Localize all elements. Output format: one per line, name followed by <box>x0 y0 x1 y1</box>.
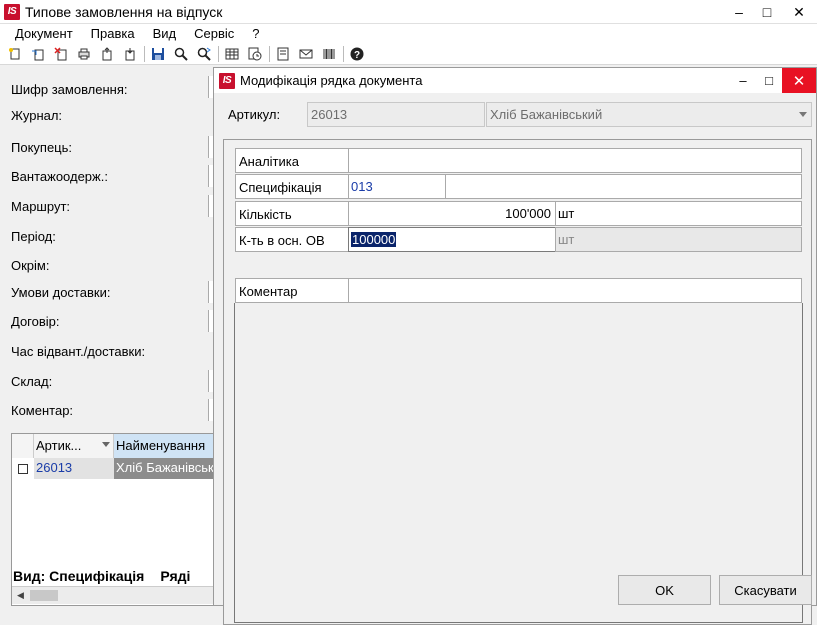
label-delivery-terms: Умови доставки: <box>11 285 111 300</box>
label-journal: Журнал: <box>11 108 63 123</box>
menu-edit[interactable]: Правка <box>82 26 144 41</box>
export-icon[interactable] <box>98 45 116 63</box>
import-icon[interactable] <box>121 45 139 63</box>
comment-label: Коментар <box>235 278 349 303</box>
grid-col-name-label: Найменування <box>116 438 206 453</box>
dialog-title-bar: IS Модифікація рядка документа ‒ □ ✕ <box>214 68 816 93</box>
qty-base-value: 100000 <box>351 232 397 247</box>
grid-col-name[interactable]: Найменування <box>114 434 215 458</box>
label-except: Окрім: <box>11 258 50 273</box>
find-next-icon[interactable] <box>195 45 213 63</box>
delete-doc-icon[interactable] <box>52 45 70 63</box>
save-icon[interactable] <box>149 45 167 63</box>
qty-base-label: К-ть в осн. ОВ <box>235 227 349 252</box>
view-mode-label: Вид: Специфікація <box>13 568 145 584</box>
analytics-label: Аналітика <box>235 148 349 173</box>
table-icon[interactable] <box>223 45 241 63</box>
article-code-field: 26013 <box>307 102 485 127</box>
maximize-button[interactable]: □ <box>753 0 781 24</box>
comment-input[interactable] <box>348 278 802 303</box>
details-area <box>234 303 803 623</box>
label-consignee: Вантажоодерж.: <box>11 169 108 184</box>
menu-document[interactable]: Документ <box>6 26 82 41</box>
grid-col-article-label: Артик... <box>36 438 82 453</box>
note-icon[interactable] <box>274 45 292 63</box>
grid-footer: Вид: Специфікація Ряді <box>12 568 215 586</box>
svg-text:?: ? <box>354 50 360 61</box>
minimize-button[interactable]: ‒ <box>725 0 753 24</box>
new-doc-icon[interactable] <box>6 45 24 63</box>
label-warehouse: Склад: <box>11 374 53 389</box>
help-icon[interactable]: ? <box>348 45 366 63</box>
sort-arrow-icon <box>102 442 110 447</box>
dialog-maximize-button[interactable]: □ <box>756 68 782 93</box>
spec-grid[interactable]: Артик... Найменування 26013 Хліб Бажанів… <box>11 433 215 606</box>
spec-field[interactable]: 013 <box>348 174 446 199</box>
article-label: Артикул: <box>228 107 281 122</box>
spec-label: Специфікація <box>235 174 349 199</box>
qty-label: Кількість <box>235 201 349 226</box>
article-name-value: Хліб Бажанівський <box>490 107 603 122</box>
table-row[interactable]: 26013 Хліб Бажанівськ <box>12 458 215 479</box>
app-logo-icon: IS <box>4 3 20 20</box>
row-name[interactable]: Хліб Бажанівськ <box>114 458 215 479</box>
ok-button[interactable]: OK <box>618 575 711 605</box>
menu-help[interactable]: ? <box>243 26 268 41</box>
dialog-title: Модифікація рядка документа <box>240 73 423 88</box>
grid-header-check[interactable] <box>12 434 34 458</box>
label-period: Період: <box>11 229 56 244</box>
close-button[interactable]: ✕ <box>781 0 817 24</box>
dialog-close-button[interactable]: ✕ <box>782 68 816 93</box>
horizontal-scrollbar[interactable]: ◀ <box>12 586 215 604</box>
row-properties-panel: Аналітика Специфікація 013 Кількість 100… <box>223 139 812 625</box>
scroll-thumb[interactable] <box>30 590 58 601</box>
row-article[interactable]: 26013 <box>34 458 114 479</box>
label-buyer: Покупець: <box>11 140 73 155</box>
qty-base-field[interactable]: 100000 <box>348 227 556 252</box>
modify-row-dialog: IS Модифікація рядка документа ‒ □ ✕ Арт… <box>213 67 817 625</box>
search-icon[interactable] <box>172 45 190 63</box>
spec-name-field <box>445 174 802 199</box>
menu-service[interactable]: Сервіс <box>185 26 243 41</box>
copy-doc-icon[interactable] <box>29 45 47 63</box>
scroll-left-icon[interactable]: ◀ <box>12 587 29 604</box>
main-window-title: Типове замовлення на відпуск <box>25 3 223 20</box>
menu-view[interactable]: Вид <box>144 26 186 41</box>
label-route: Маршрут: <box>11 199 71 214</box>
main-title-bar: IS Типове замовлення на відпуск ‒ □ ✕ <box>0 0 817 24</box>
chevron-down-icon <box>799 112 807 117</box>
cancel-button[interactable]: Скасувати <box>719 575 812 605</box>
label-comment: Коментар: <box>11 403 74 418</box>
barcode-icon[interactable] <box>320 45 338 63</box>
article-name-field: Хліб Бажанівський <box>486 102 812 127</box>
analytics-field[interactable] <box>348 148 802 173</box>
label-order-code: Шифр замовлення: <box>11 82 128 97</box>
menu-bar: Документ Правка Вид Сервіс ? <box>0 24 817 43</box>
dialog-minimize-button[interactable]: ‒ <box>730 68 756 93</box>
clock-icon[interactable] <box>246 45 264 63</box>
dialog-logo-icon: IS <box>219 72 235 89</box>
qty-base-unit-field: шт <box>555 227 802 252</box>
label-shipping-time: Час відвант./доставки: <box>11 344 146 359</box>
mail-icon[interactable] <box>297 45 315 63</box>
toolbar: ? <box>0 43 817 65</box>
rows-label: Ряді <box>160 568 191 584</box>
qty-unit-field[interactable]: шт <box>555 201 802 226</box>
label-contract: Договір: <box>11 314 60 329</box>
print-icon[interactable] <box>75 45 93 63</box>
qty-field[interactable]: 100'000 <box>348 201 556 226</box>
grid-col-article[interactable]: Артик... <box>34 434 114 458</box>
row-checkbox[interactable] <box>18 463 28 474</box>
